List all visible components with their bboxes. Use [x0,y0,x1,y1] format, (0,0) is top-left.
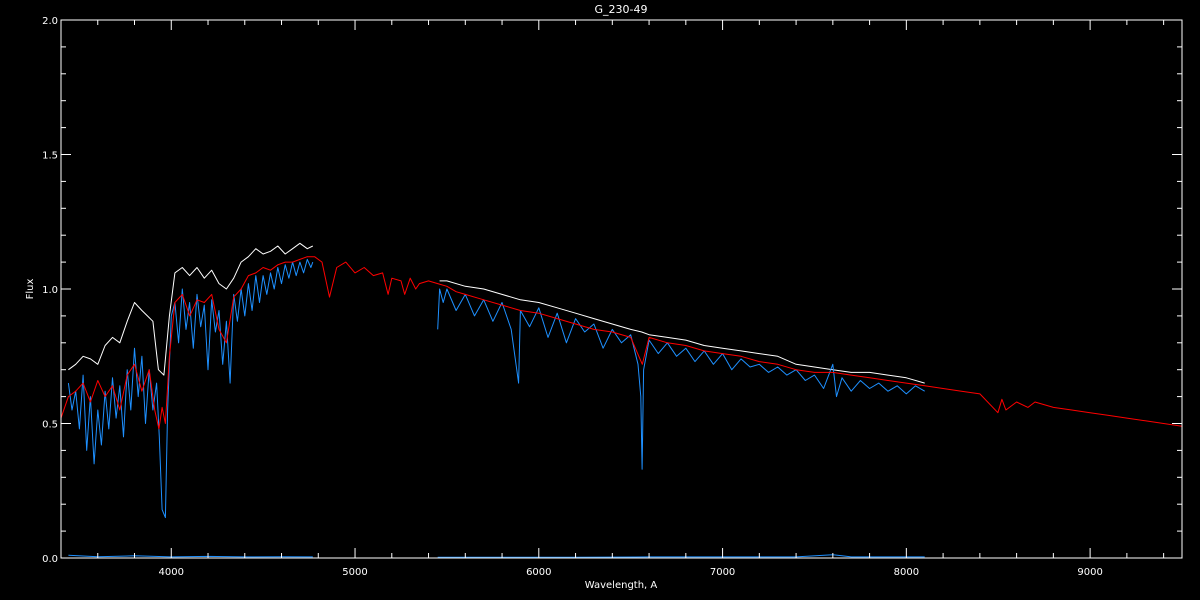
y-tick-label: 1.0 [42,285,58,296]
y-tick-label: 0.5 [42,420,58,431]
y-tick-label: 2.0 [42,16,58,27]
y-axis-label: Flux [25,279,36,300]
spectrum-chart: 4000 5000 6000 7000 8000 90000.00.51.01.52.0 … [0,0,1200,600]
x-tick-label: 9000 [1077,567,1102,578]
chart-background [0,0,1200,600]
y-tick-label: 1.5 [42,151,58,162]
chart-title: G_230-49 [595,3,648,16]
x-tick-label: 8000 [894,567,919,578]
y-tick-label: 0.0 [42,554,58,565]
x-tick-label: 7000 [710,567,735,578]
x-tick-label: 5000 [342,567,367,578]
x-tick-label: 4000 [159,567,184,578]
x-tick-label: 6000 [526,567,551,578]
x-axis-label: Wavelength, A [585,580,658,591]
